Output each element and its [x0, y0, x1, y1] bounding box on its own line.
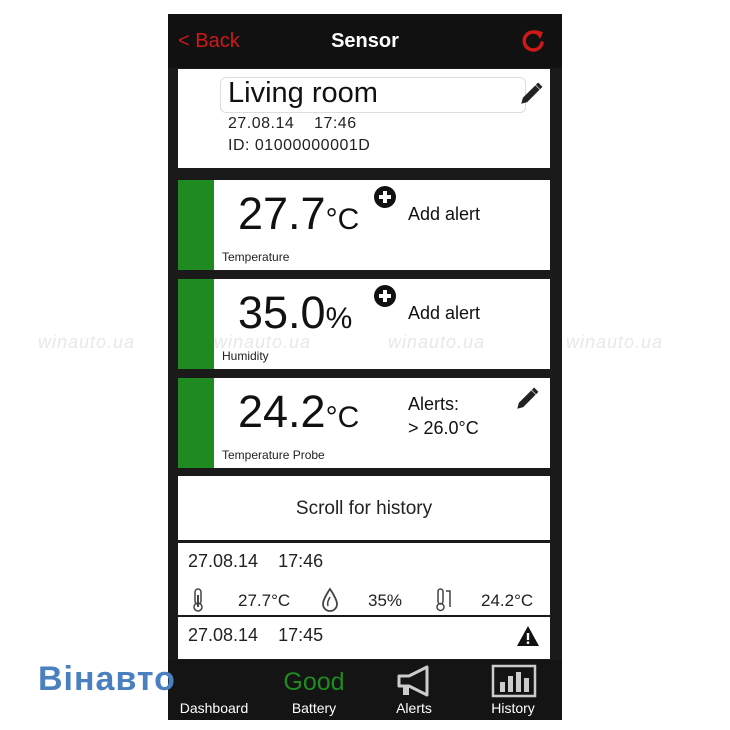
history-temperature: 27.7°C	[238, 591, 291, 610]
watermark-text: winauto.ua	[566, 332, 664, 352]
tab-dashboard-label: Dashboard	[179, 700, 249, 716]
site-logo: Вінавто	[38, 660, 176, 698]
add-alert-button[interactable]: Add alert	[408, 303, 480, 324]
add-alert-plus-icon[interactable]	[374, 285, 396, 307]
humidity-number: 35.0	[238, 287, 326, 338]
scroll-for-history[interactable]: Scroll for history	[178, 476, 550, 540]
status-bar-green	[178, 279, 214, 369]
temperature-card: 27.7°C Add alert Temperature	[178, 180, 550, 270]
tab-battery-label: Battery	[291, 700, 337, 716]
probe-thermometer-icon	[436, 588, 451, 612]
water-drop-icon	[322, 587, 338, 612]
tab-alerts-label: Alerts	[396, 700, 432, 716]
sensor-timestamp: 27.08.14 17:46	[228, 115, 357, 133]
bar-chart-icon	[491, 664, 537, 698]
temperature-probe-card: 24.2°C Alerts: > 26.0°C Temperature Prob…	[178, 378, 550, 468]
history-row[interactable]: 27.08.14 17:46 27.7°C 35% 24.2°C	[178, 543, 550, 615]
tab-history-label: History	[491, 700, 535, 716]
battery-status: Good	[283, 668, 345, 696]
tab-bar: Dashboard Good Battery Alerts History	[168, 660, 562, 720]
probe-label: Temperature Probe	[222, 448, 325, 462]
history-time: 17:46	[278, 551, 324, 571]
sensor-id: ID: 01000000001D	[228, 137, 371, 154]
history-humidity: 35%	[368, 591, 403, 610]
page-title: Sensor	[331, 30, 399, 52]
humidity-unit: %	[325, 302, 353, 335]
add-alert-plus-icon[interactable]	[374, 186, 396, 208]
tab-history[interactable]: History	[467, 660, 559, 720]
phone-screen: < Back Sensor Living room 27.08.14 17:46…	[168, 14, 562, 720]
edit-pencil-icon[interactable]	[518, 81, 544, 107]
history-time: 17:45	[278, 625, 324, 645]
history-timestamp: 27.08.14 17:45	[188, 625, 323, 646]
history-date: 27.08.14	[188, 625, 259, 645]
alerts-title: Alerts:	[408, 394, 460, 414]
watermark-text: winauto.ua	[388, 332, 486, 352]
history-probe: 24.2°C	[481, 591, 534, 610]
status-bar-green	[178, 378, 214, 468]
edit-pencil-icon[interactable]	[514, 386, 540, 412]
sensor-date: 27.08.14	[228, 115, 295, 132]
thermometer-icon	[193, 588, 203, 612]
probe-alerts: Alerts: > 26.0°C	[408, 392, 479, 440]
navigation-bar: < Back Sensor	[168, 14, 562, 68]
status-bar-green	[178, 180, 214, 270]
history-timestamp: 27.08.14 17:46	[188, 551, 323, 572]
sensor-name: Living room	[228, 77, 378, 109]
sensor-time: 17:46	[314, 115, 357, 132]
humidity-card: 35.0% Add alert Humidity	[178, 279, 550, 369]
watermark-text: winauto.ua	[214, 332, 312, 352]
probe-value: 24.2°C	[238, 386, 359, 438]
temperature-label: Temperature	[222, 250, 290, 264]
sensor-info-card: Living room 27.08.14 17:46 ID: 010000000…	[178, 69, 550, 168]
add-alert-button[interactable]: Add alert	[408, 204, 480, 225]
tab-dashboard[interactable]: Dashboard	[168, 660, 260, 720]
temperature-value: 27.7°C	[238, 188, 359, 240]
alerts-threshold: > 26.0°C	[408, 418, 479, 438]
watermark-text: winauto.ua	[38, 332, 136, 352]
history-row[interactable]: 27.08.14 17:45	[178, 617, 550, 659]
refresh-icon[interactable]	[518, 26, 548, 56]
scroll-hint-text: Scroll for history	[295, 498, 433, 519]
probe-unit: °C	[325, 401, 360, 434]
temperature-unit: °C	[325, 203, 360, 236]
tab-battery[interactable]: Good Battery	[268, 660, 360, 720]
temperature-number: 27.7	[238, 188, 326, 239]
megaphone-icon	[397, 665, 429, 697]
tab-alerts[interactable]: Alerts	[368, 660, 460, 720]
warning-icon	[517, 626, 539, 646]
probe-number: 24.2	[238, 386, 326, 437]
history-date: 27.08.14	[188, 551, 259, 571]
